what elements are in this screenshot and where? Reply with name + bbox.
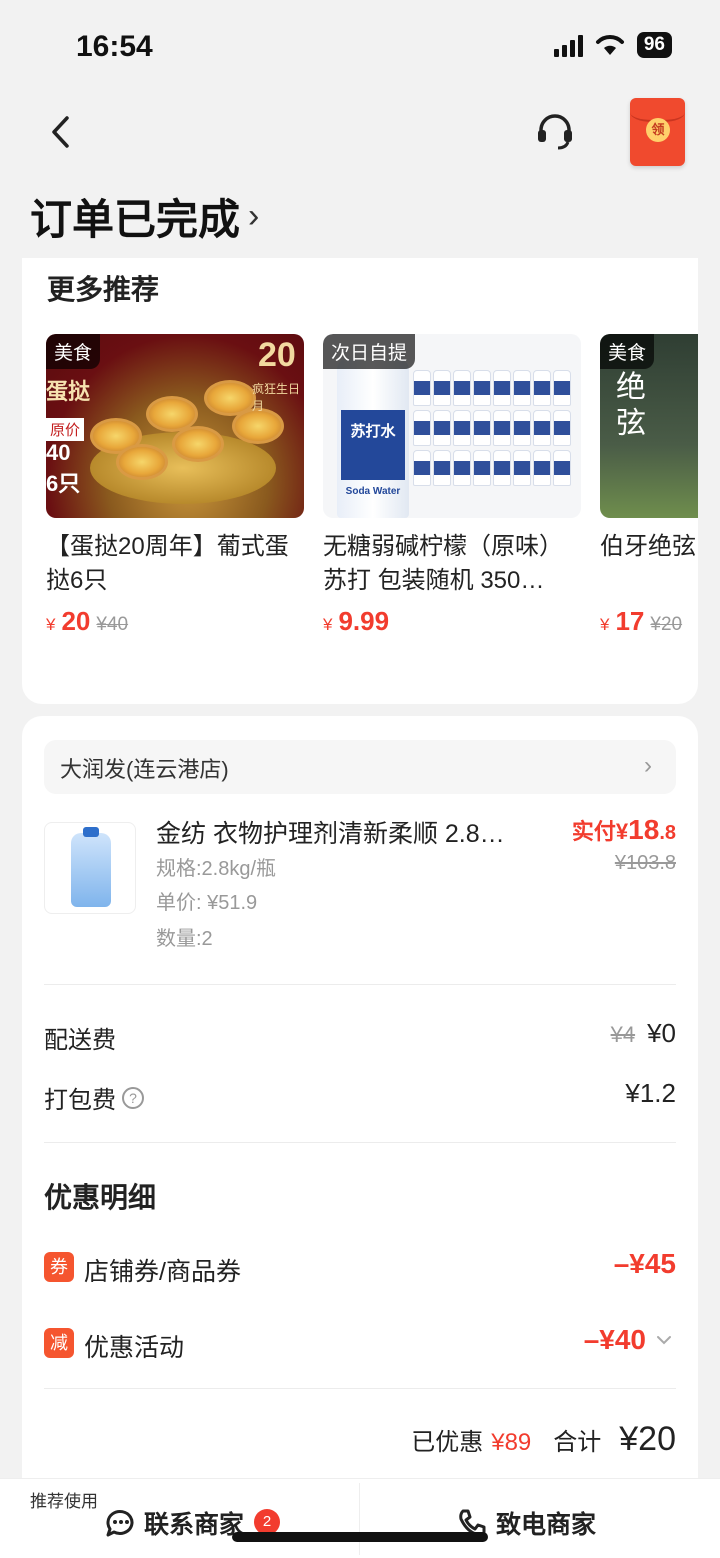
discount-label: 优惠活动	[84, 1334, 185, 1362]
original-price: ¥40	[96, 614, 129, 635]
discount-value: –¥45	[613, 1248, 676, 1279]
original-price: ¥20	[650, 614, 683, 635]
nav-bar: 领	[0, 90, 720, 180]
packing-fee-label: 打包费 ?	[44, 1080, 144, 1115]
discount-row-coupon: 券 店铺券/商品券 –¥45	[44, 1248, 676, 1288]
contact-merchant-button[interactable]: 联系商家	[104, 1505, 244, 1541]
fee-label-text: 打包费	[44, 1087, 116, 1114]
recommend-item[interactable]: 蛋挞 原价 40 6只 20 疯狂生日月 美食 【蛋挞20周年】葡式蛋挞6只 ¥…	[46, 334, 304, 637]
product-name: 【蛋挞20周年】葡式蛋挞6只	[46, 533, 289, 594]
order-status-text: 订单已完成	[30, 196, 241, 243]
packing-fee-value: ¥1.2	[625, 1078, 676, 1108]
total-amount: ¥20	[619, 1420, 676, 1458]
product-price: ¥ 20 ¥40	[46, 606, 304, 637]
chevron-down-icon[interactable]	[654, 1330, 674, 1350]
product-price: ¥ 17 ¥20	[600, 606, 698, 637]
status-time: 16:54	[76, 30, 153, 63]
product-image	[71, 827, 111, 907]
contact-merchant-label: 联系商家	[144, 1511, 245, 1539]
product-tag: 美食	[46, 334, 101, 369]
discount-section-title: 优惠明细	[44, 1182, 157, 1213]
total-label: 合计	[553, 1429, 602, 1456]
recommend-item[interactable]: 绝弦 美食 伯牙绝弦 ¥ 17 ¥20	[600, 334, 698, 637]
chat-icon	[106, 1510, 134, 1537]
back-icon[interactable]	[40, 110, 84, 154]
product-price: ¥ 9.99	[323, 606, 581, 637]
recommend-title: 更多推荐	[47, 274, 160, 305]
paid-integer: 18	[628, 814, 660, 845]
discount-value: –¥40	[583, 1324, 646, 1355]
product-image: 蛋挞 原价 40 6只 20 疯狂生日月 美食	[46, 334, 304, 518]
coupon-badge-icon: 券	[44, 1252, 74, 1282]
currency-symbol: ¥	[323, 615, 333, 634]
paid-decimal: .8	[659, 822, 676, 844]
product-quantity: 数量:2	[156, 928, 213, 950]
battery-indicator: 96	[636, 32, 672, 58]
discount-label: 店铺券/商品券	[84, 1258, 241, 1286]
product-name[interactable]: 金纺 衣物护理剂清新柔顺 2.8…	[156, 814, 536, 850]
status-icons: 96	[553, 32, 672, 58]
delivery-fee-value: ¥4 ¥0	[611, 1018, 676, 1049]
recommend-hint: 推荐使用	[30, 1492, 98, 1511]
paid-amount: 实付¥18.8	[572, 814, 676, 846]
divider	[44, 1142, 676, 1143]
original-fee: ¥4	[610, 1022, 636, 1047]
red-packet-icon: 领	[646, 118, 670, 142]
call-merchant-label: 致电商家	[496, 1511, 597, 1539]
bottom-action-bar: 推荐使用 联系商家 2 致电商家	[0, 1478, 720, 1558]
original-price: ¥103.8	[614, 852, 676, 874]
product-image: 绝弦 美食	[600, 334, 698, 518]
customer-service-icon[interactable]	[532, 108, 578, 154]
product-unit-price: 单价: ¥51.9	[156, 892, 258, 914]
order-total: 已优惠 ¥89 合计 ¥20	[411, 1420, 676, 1459]
divider	[359, 1483, 360, 1555]
paid-label: 实付¥	[571, 819, 629, 844]
chevron-right-icon: ›	[644, 752, 652, 779]
product-tag: 美食	[600, 334, 655, 369]
store-link[interactable]: 大润发(连云港店) ›	[44, 740, 676, 794]
divider	[44, 1388, 676, 1389]
fee-amount: ¥0	[647, 1018, 676, 1048]
chevron-right-icon: ›	[248, 197, 260, 235]
product-tag: 次日自提	[323, 334, 416, 369]
recommend-card: 更多推荐 蛋挞 原价 40 6只 20 疯狂生日月 美食 【蛋挞20周年】葡式蛋…	[22, 258, 698, 704]
price-value: 9.99	[338, 606, 390, 636]
price-value: 20	[61, 606, 91, 636]
product-name: 无糖弱碱柠檬（原味）苏打 包装随机 350…	[323, 533, 563, 594]
currency-symbol: ¥	[600, 615, 610, 634]
store-name: 大润发(连云港店)	[60, 757, 229, 782]
page-title[interactable]: 订单已完成 ›	[30, 186, 259, 247]
signal-icon	[553, 33, 583, 57]
order-card: 大润发(连云港店) › 金纺 衣物护理剂清新柔顺 2.8… 规格:2.8kg/瓶…	[22, 716, 698, 1558]
status-bar: 16:54 96	[0, 0, 720, 90]
discount-row-activity[interactable]: 减 优惠活动 –¥40	[44, 1324, 676, 1364]
saved-amount: ¥89	[491, 1429, 532, 1456]
delivery-fee-label: 配送费	[44, 1020, 116, 1055]
help-icon[interactable]: ?	[122, 1086, 144, 1109]
saved-label: 已优惠	[411, 1429, 484, 1456]
fee-label-text: 配送费	[44, 1027, 116, 1054]
red-packet-button[interactable]: 领	[630, 98, 685, 166]
product-thumbnail[interactable]	[44, 822, 136, 914]
product-name: 伯牙绝弦	[600, 533, 696, 560]
reduction-badge-icon: 减	[44, 1328, 74, 1358]
price-value: 17	[615, 606, 645, 636]
currency-symbol: ¥	[46, 615, 56, 634]
divider	[44, 984, 676, 985]
wifi-icon	[595, 35, 624, 55]
product-image: 苏打水 Soda Water 次日自提	[323, 334, 581, 518]
recommend-item[interactable]: 苏打水 Soda Water 次日自提 无糖弱碱柠檬（原味）苏打 包装随机 350…	[323, 334, 581, 637]
product-spec: 规格:2.8kg/瓶	[156, 858, 277, 880]
home-indicator	[232, 1532, 488, 1542]
